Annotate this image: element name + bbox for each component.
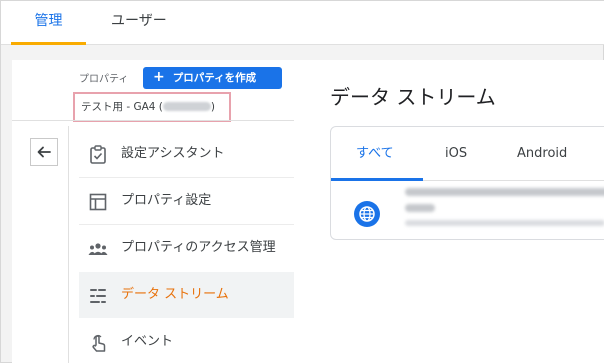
nav-item-events[interactable]: イベント xyxy=(79,319,294,363)
top-tab-bar: 管理 ユーザー xyxy=(1,1,604,45)
admin-screen: 管理 ユーザー プロパティ + プロパティを作成 テスト用 - GA4 () 設… xyxy=(0,0,604,363)
tab-all[interactable]: すべて xyxy=(356,127,394,181)
tab-ios[interactable]: iOS xyxy=(445,127,467,181)
tab-admin[interactable]: 管理 xyxy=(11,1,86,45)
property-selector[interactable]: テスト用 - GA4 () xyxy=(73,92,231,122)
active-tab-indicator xyxy=(331,178,423,181)
redacted-property-id xyxy=(162,101,211,111)
redacted-stream-url xyxy=(405,188,604,196)
redacted-stream-url xyxy=(405,204,435,212)
streams-card: すべて iOS Android xyxy=(330,126,604,240)
nav-item-label: データ ストリーム xyxy=(121,287,229,302)
create-property-label: プロパティを作成 xyxy=(172,72,257,84)
property-name-suffix: ) xyxy=(210,101,216,113)
stream-filter-tabs: すべて iOS Android xyxy=(331,127,604,181)
tab-users[interactable]: ユーザー xyxy=(111,1,167,45)
column-divider xyxy=(68,126,69,363)
globe-icon xyxy=(354,201,380,227)
nav-item-label: 設定アシスタント xyxy=(121,146,225,161)
people-icon xyxy=(87,238,109,260)
nav-item-property-settings[interactable]: プロパティ設定 xyxy=(79,178,294,224)
property-label: プロパティ xyxy=(79,74,129,85)
nav-item-data-streams[interactable]: データ ストリーム xyxy=(79,272,294,318)
back-button[interactable] xyxy=(30,138,58,166)
plus-icon: + xyxy=(153,69,165,85)
nav-item-label: プロパティ設定 xyxy=(121,193,212,208)
touch-icon xyxy=(87,332,109,354)
create-property-button[interactable]: + プロパティを作成 xyxy=(143,67,282,89)
page-title: データ ストリーム xyxy=(330,85,496,109)
redacted-stream-url-secondary xyxy=(405,220,604,226)
nav-item-label: プロパティのアクセス管理 xyxy=(121,240,276,255)
property-admin-column: プロパティ + プロパティを作成 テスト用 - GA4 () 設定アシスタント xyxy=(12,60,318,363)
data-stream-icon xyxy=(87,285,109,307)
layout-icon xyxy=(87,191,109,213)
nav-item-setup-assistant[interactable]: 設定アシスタント xyxy=(79,131,294,177)
arrow-left-icon xyxy=(37,146,51,158)
tab-android[interactable]: Android xyxy=(517,127,567,181)
property-divider xyxy=(12,120,294,121)
data-streams-panel: データ ストリーム すべて iOS Android xyxy=(308,60,604,363)
stream-row[interactable] xyxy=(331,182,604,240)
nav-item-label: イベント xyxy=(121,334,174,349)
property-name-prefix: テスト用 - GA4 ( xyxy=(81,101,163,113)
nav-item-access-management[interactable]: プロパティのアクセス管理 xyxy=(79,225,294,271)
clipboard-check-icon xyxy=(87,144,109,166)
